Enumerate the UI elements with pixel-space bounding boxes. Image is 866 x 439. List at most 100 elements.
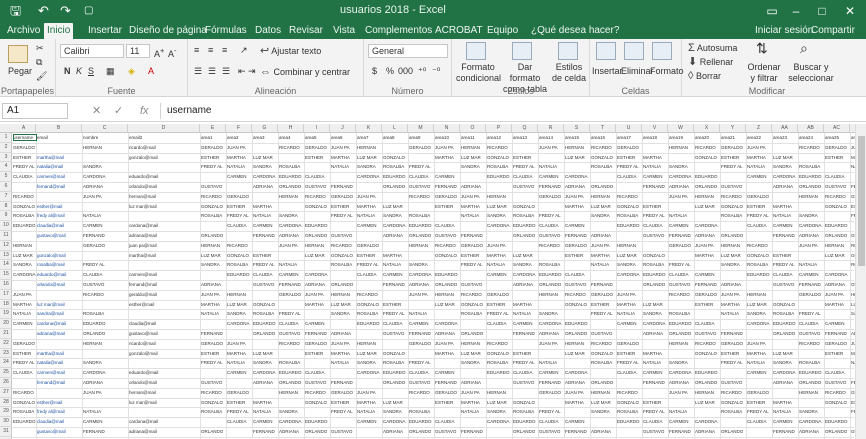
table-cell[interactable]: GONZALO <box>642 253 668 259</box>
table-cell[interactable]: ORLANDO <box>382 380 408 386</box>
table-cell[interactable]: ADRIANA <box>798 429 824 435</box>
table-cell[interactable]: NATALIA <box>382 262 408 268</box>
table-cell[interactable]: SANDRA <box>590 213 616 219</box>
decrease-decimal-icon[interactable]: ⁻⁰ <box>432 66 440 77</box>
table-cell[interactable]: CARDONA <box>408 272 434 278</box>
table-cell[interactable]: ORLANDO <box>200 233 226 239</box>
table-cell[interactable]: GERALDO <box>746 390 772 396</box>
column-header[interactable]: P <box>486 124 512 133</box>
table-cell[interactable]: GERALDO <box>82 243 128 249</box>
table-cell[interactable]: GONZALO <box>746 253 772 259</box>
table-cell[interactable]: ESTHER <box>746 400 772 406</box>
table-cell[interactable]: MARTHA <box>642 155 668 161</box>
table-cell[interactable]: ESTHER <box>616 155 642 161</box>
table-cell[interactable]: FERNAND <box>824 331 850 337</box>
table-cell[interactable]: RICARDO <box>538 243 564 249</box>
table-cell[interactable]: GONZALO <box>486 155 512 161</box>
table-cell[interactable]: ADRIANA <box>382 429 408 435</box>
table-cell[interactable]: EDUARDO <box>746 272 772 278</box>
shrink-font-icon[interactable]: A- <box>168 45 177 60</box>
table-cell[interactable]: ROSALBA <box>12 213 36 219</box>
row-header[interactable]: 26 <box>0 378 12 388</box>
table-cell[interactable]: JUAN PA <box>356 194 382 200</box>
table-cell[interactable]: HERNAN <box>12 243 36 249</box>
table-cell[interactable]: CARMEN <box>616 321 642 327</box>
table-cell[interactable]: FERNAND <box>564 429 590 435</box>
table-cell[interactable]: ORLANDO <box>694 380 720 386</box>
table-cell[interactable]: MARTHA <box>330 155 356 161</box>
table-cell[interactable]: ORLANDO <box>798 380 824 386</box>
row-header[interactable]: 14 <box>0 260 12 271</box>
table-cell[interactable]: ESTHER <box>330 204 356 210</box>
table-cell[interactable]: GUSTAVO <box>824 184 850 190</box>
table-cell[interactable]: ADRIANA <box>694 233 720 239</box>
table-cell[interactable]: ESTHER <box>460 253 486 259</box>
paste-button[interactable]: Pegar <box>8 66 32 77</box>
table-cell[interactable]: JUAN PA <box>12 292 36 298</box>
table-cell[interactable]: LUZ MAR <box>382 400 408 406</box>
column-header[interactable]: L <box>382 124 408 133</box>
table-cell[interactable]: CARDONA <box>82 174 128 180</box>
table-cell[interactable]: MARTHA <box>564 204 590 210</box>
table-cell[interactable]: area12 <box>486 135 512 141</box>
table-cell[interactable]: JUAN PA <box>82 390 128 396</box>
table-cell[interactable]: FERNAND <box>668 233 694 239</box>
table-cell[interactable]: GUSTAVO <box>538 429 564 435</box>
table-cell[interactable]: NATALIA <box>278 262 304 268</box>
table-cell[interactable]: SANDRA <box>772 360 798 366</box>
table-cell[interactable]: GERALDO <box>694 292 720 298</box>
column-header[interactable]: G <box>252 124 278 133</box>
table-cell[interactable]: NATALIA <box>512 311 538 317</box>
table-cell[interactable]: GUSTAVO <box>642 233 668 239</box>
table-cell[interactable]: ADRIANA <box>590 429 616 435</box>
table-cell[interactable]: SANDRA <box>12 262 36 268</box>
table-cell[interactable]: ORLANDO <box>564 331 590 337</box>
table-cell[interactable]: JUAN PA <box>668 390 694 396</box>
table-cell[interactable]: NATALIA <box>538 360 564 366</box>
table-cell[interactable]: area9 <box>408 135 434 141</box>
table-cell[interactable]: CARDONA <box>252 174 278 180</box>
table-cell[interactable]: eduardo@mail <box>128 174 200 180</box>
table-cell[interactable]: ADRIANA <box>82 380 128 386</box>
table-cell[interactable]: CLAUDIA <box>226 419 252 425</box>
table-cell[interactable]: GONZALO <box>824 400 850 406</box>
table-cell[interactable]: carmen@mail <box>128 272 200 278</box>
maximize-icon[interactable]: □ <box>810 2 834 20</box>
table-cell[interactable]: ORLANDO <box>824 429 850 435</box>
table-cell[interactable]: ESTHER <box>226 400 252 406</box>
table-cell[interactable]: HERNAN <box>226 292 252 298</box>
table-cell[interactable]: CLAUDIA <box>772 272 798 278</box>
table-cell[interactable]: HERNAN <box>590 390 616 396</box>
table-cell[interactable]: CLAUDIA <box>538 223 564 229</box>
column-header[interactable]: C <box>82 124 128 133</box>
table-cell[interactable]: ADRIANA <box>460 184 486 190</box>
table-cell[interactable]: ESTHER <box>12 351 36 357</box>
table-cell[interactable]: SANDRA <box>82 360 128 366</box>
table-cell[interactable]: ADRIANA <box>772 380 798 386</box>
redo-icon[interactable]: ↷ <box>60 2 71 20</box>
table-cell[interactable]: cardona@mail <box>36 321 82 327</box>
table-cell[interactable]: ROSALBA <box>200 213 226 219</box>
table-cell[interactable]: NATALIA <box>82 409 128 415</box>
table-cell[interactable]: ESTHER <box>642 204 668 210</box>
table-cell[interactable]: FERNAND <box>434 380 460 386</box>
table-cell[interactable]: HERNAN <box>434 292 460 298</box>
table-cell[interactable]: GUSTAVO <box>408 380 434 386</box>
table-cell[interactable]: gonzalo@mail <box>128 351 200 357</box>
table-cell[interactable]: GUSTAVO <box>512 184 538 190</box>
table-cell[interactable]: CARDONA <box>694 223 720 229</box>
scroll-thumb[interactable] <box>858 136 865 266</box>
column-header[interactable]: D <box>128 124 200 133</box>
table-cell[interactable]: GONZALO <box>200 204 226 210</box>
table-cell[interactable]: CARMEN <box>356 419 382 425</box>
table-cell[interactable]: CLAUDIA <box>356 272 382 278</box>
table-cell[interactable]: EDUARDO <box>512 223 538 229</box>
table-cell[interactable]: FERNAND <box>668 429 694 435</box>
table-cell[interactable]: CLAUDIA <box>486 321 512 327</box>
table-cell[interactable]: FERNAND <box>278 282 304 288</box>
column-header[interactable]: Y <box>720 124 746 133</box>
table-cell[interactable]: CLAUDIA <box>382 321 408 327</box>
row-header[interactable]: 23 <box>0 349 12 359</box>
table-cell[interactable]: FREDY AL <box>200 164 226 170</box>
table-cell[interactable]: GERALDO <box>616 145 642 151</box>
